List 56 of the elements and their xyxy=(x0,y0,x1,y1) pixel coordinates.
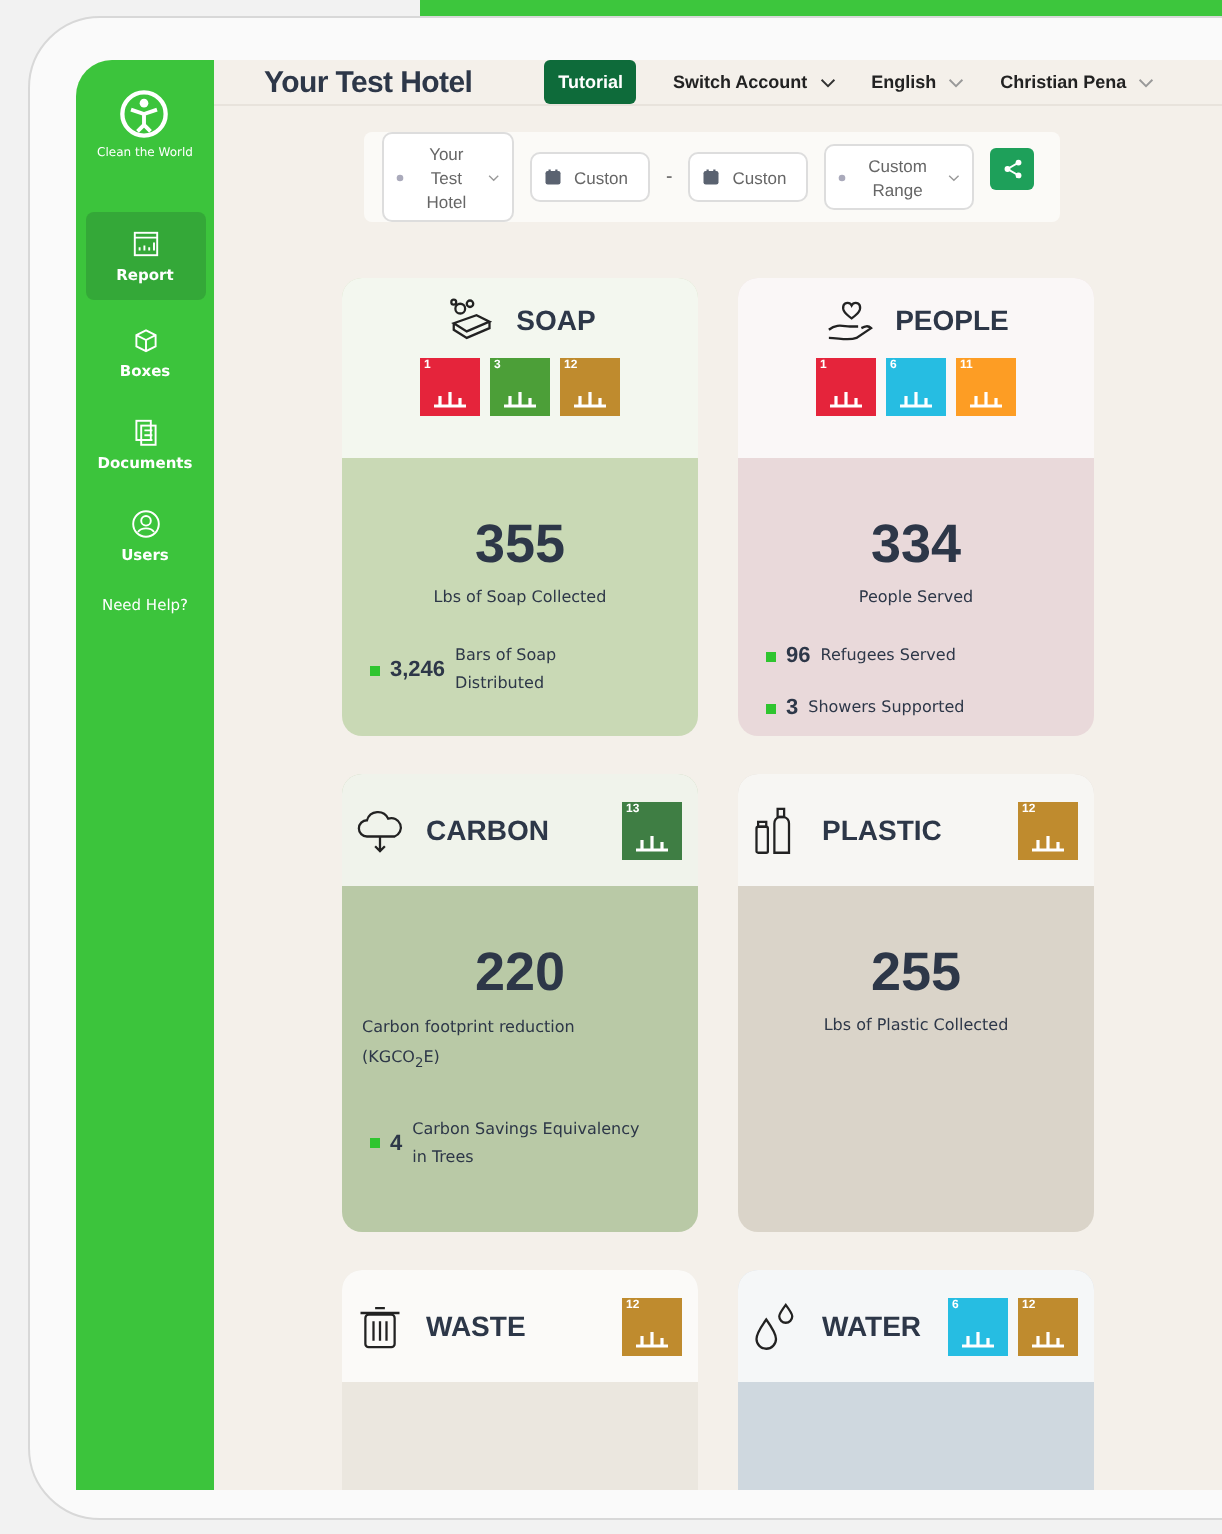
property-select[interactable]: Your Test Hotel xyxy=(382,132,514,222)
card-title: PLASTIC xyxy=(822,814,942,846)
bullet-icon xyxy=(766,651,776,661)
documents-icon xyxy=(129,416,161,448)
stat-label: Bars of Soap Distributed xyxy=(455,644,559,696)
date-separator: - xyxy=(666,167,673,187)
stat-value: 96 xyxy=(786,644,811,668)
card-title: CARBON xyxy=(426,814,549,846)
goal-symbol-icon xyxy=(826,386,866,410)
goal-symbol-icon xyxy=(500,386,540,410)
goal-symbol-icon xyxy=(966,386,1006,410)
bullet-icon xyxy=(766,703,776,713)
caret-icon xyxy=(948,173,961,181)
share-icon xyxy=(1001,158,1024,180)
logo-icon xyxy=(118,88,171,140)
caret-icon xyxy=(819,77,836,87)
metric-label: Carbon footprint reduction (KGCO$_{2}$E) xyxy=(362,1016,577,1076)
dropdown-menu[interactable]: Switch Account xyxy=(672,72,836,92)
user-icon xyxy=(129,508,161,540)
bullet-icon xyxy=(370,665,380,675)
caret-icon xyxy=(948,77,965,87)
stat-value: 3,246 xyxy=(390,658,446,682)
tutorial-button[interactable]: Tutorial xyxy=(544,60,637,104)
stat-value: 4 xyxy=(390,1131,403,1156)
calendar-icon xyxy=(544,168,562,186)
caret-icon xyxy=(1138,77,1155,87)
bullet-icon xyxy=(370,1138,380,1149)
card-title: PEOPLE xyxy=(895,304,1009,336)
metric-value: 255 xyxy=(870,942,962,1004)
metric-label: Lbs of Soap Collected xyxy=(433,588,607,606)
stat-value: 3 xyxy=(786,696,799,720)
stat-label: Showers Supported xyxy=(808,696,965,720)
page-title: Your Test Hotel xyxy=(264,65,473,99)
goal-symbol-icon xyxy=(570,386,610,410)
metric-value: 334 xyxy=(870,514,962,576)
share-button[interactable] xyxy=(990,148,1035,190)
end-date-field[interactable]: Custon xyxy=(688,152,809,202)
box-icon xyxy=(129,324,161,356)
goal-symbol-icon xyxy=(896,386,936,410)
dropdown-menu[interactable]: Christian Pena xyxy=(1000,72,1155,92)
range-select[interactable]: Custom Range xyxy=(824,144,975,210)
card-title: WATER xyxy=(822,1310,922,1342)
card-title: WASTE xyxy=(426,1310,526,1342)
start-date-field[interactable]: Custon xyxy=(530,152,650,202)
chart-icon xyxy=(129,228,161,260)
dropdown-menu[interactable]: English xyxy=(871,72,965,92)
metric-value: 355 xyxy=(474,514,566,576)
metric-value: 220 xyxy=(474,942,566,1004)
caret-icon xyxy=(488,173,500,181)
calendar-icon xyxy=(702,168,721,186)
card-title: SOAP xyxy=(516,304,596,336)
metric-label: Lbs of Plastic Collected xyxy=(823,1016,1009,1034)
stat-label: Refugees Served xyxy=(820,644,956,668)
goal-symbol-icon xyxy=(430,386,470,410)
metric-label: People Served xyxy=(858,588,974,606)
stat-label: Carbon Savings Equivalency in Trees xyxy=(412,1117,642,1170)
